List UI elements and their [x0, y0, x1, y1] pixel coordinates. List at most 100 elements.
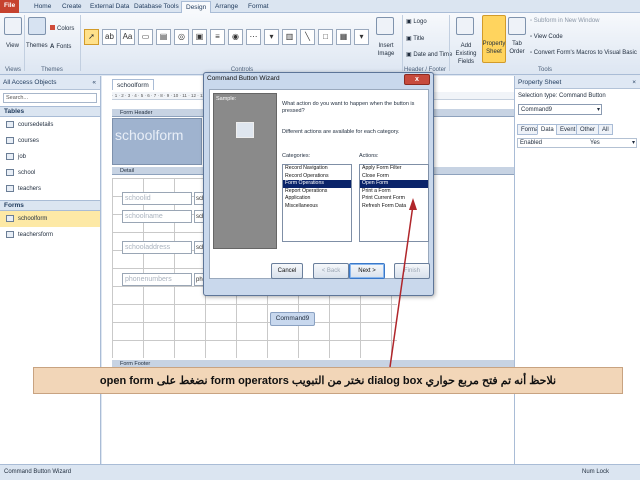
convert-macros-button[interactable]: ▫ Convert Form's Macros to Visual Basic	[530, 49, 637, 57]
insert-image-icon[interactable]	[376, 17, 394, 35]
field-label[interactable]: schoolid	[122, 192, 192, 205]
tab-create[interactable]: Create	[58, 1, 86, 13]
rectangle-icon[interactable]: □	[318, 29, 333, 45]
chevron-down-icon[interactable]: ▾	[632, 139, 635, 148]
tab-database-tools[interactable]: Database Tools	[130, 1, 183, 13]
nav-item-courses[interactable]: courses	[0, 133, 100, 149]
category-item[interactable]: Record Operations	[283, 173, 351, 181]
document-tab[interactable]: schoolform	[112, 79, 154, 90]
category-item[interactable]: Miscellaneous	[283, 203, 351, 211]
nav-collapse-icon[interactable]: «	[92, 76, 96, 90]
aa-label-icon[interactable]: Aa	[120, 29, 135, 45]
group-separator	[80, 15, 81, 71]
field-label[interactable]: schooladdress	[122, 241, 192, 254]
logo-button[interactable]: ▣ Logo	[406, 18, 427, 26]
nav-item-school[interactable]: school	[0, 165, 100, 181]
action-item[interactable]: Refresh Form Data	[360, 203, 428, 211]
ps-tab-other[interactable]: Other	[576, 124, 600, 135]
hyperlink-icon[interactable]: ◎	[174, 29, 189, 45]
category-item-selected[interactable]: Form Operations	[283, 180, 351, 188]
colors-button[interactable]: Colors	[50, 25, 74, 33]
tab-design[interactable]: Design	[181, 1, 212, 13]
finish-button[interactable]: Finish	[394, 263, 430, 279]
page-break-icon[interactable]: ⋯	[246, 29, 261, 45]
themes-icon[interactable]	[28, 17, 46, 35]
sample-preview: Sample:	[213, 93, 277, 249]
date-time-button[interactable]: ▣ Date and Time	[406, 51, 452, 59]
dialog-question: What action do you want to happen when t…	[282, 101, 415, 114]
logo-label: Logo	[413, 19, 427, 25]
view-code-label: View Code	[533, 34, 563, 40]
add-existing-fields-icon[interactable]	[456, 17, 474, 35]
combo-box-icon[interactable]: ▾	[264, 29, 279, 45]
categories-listbox[interactable]: Record Navigation Record Operations Form…	[282, 164, 352, 242]
dialog-close-button[interactable]: x	[404, 74, 430, 85]
tab-file[interactable]: File	[0, 0, 20, 13]
chevron-down-icon: ▾	[596, 107, 600, 113]
object-selector[interactable]: Command9 ▾	[518, 104, 602, 115]
category-item[interactable]: Application	[283, 195, 351, 203]
nav-section-forms[interactable]: Forms	[0, 200, 100, 211]
action-item[interactable]: Print Current Form	[360, 195, 428, 203]
property-value[interactable]: Yes	[590, 139, 600, 148]
tab-home[interactable]: Home	[30, 1, 55, 13]
tab-external-data[interactable]: External Data	[86, 1, 133, 13]
object-selector-value: Command9	[521, 107, 553, 113]
tab-control-icon[interactable]: ▤	[156, 29, 171, 45]
tab-format[interactable]: Format	[244, 1, 273, 13]
fonts-button[interactable]: A Fonts	[50, 43, 71, 51]
nav-item-coursedetails[interactable]: coursedetails	[0, 117, 100, 133]
chart-icon[interactable]: ▥	[282, 29, 297, 45]
command9-button[interactable]: Command9	[270, 312, 315, 326]
tab-arrange[interactable]: Arrange	[211, 1, 242, 13]
close-icon[interactable]: ×	[632, 76, 636, 89]
nav-item-teachersform[interactable]: teachersform	[0, 227, 100, 243]
actions-listbox[interactable]: Apply Form Filter Close Form Open Form P…	[359, 164, 429, 242]
dialog-title: Command Button Wizard	[207, 75, 280, 82]
toggle-button-icon[interactable]: ▦	[336, 29, 351, 45]
option-group-icon[interactable]: ◉	[228, 29, 243, 45]
action-item[interactable]: Print a Form	[360, 188, 428, 196]
next-button[interactable]: Next >	[349, 263, 385, 279]
line-icon[interactable]: ╲	[300, 29, 315, 45]
cancel-button[interactable]: Cancel	[271, 263, 303, 279]
nav-header[interactable]: All Access Objects «	[0, 76, 100, 90]
nav-item-teachers[interactable]: teachers	[0, 181, 100, 197]
group-separator	[402, 15, 403, 71]
subform-new-window-button[interactable]: ▫ Subform in New Window	[530, 17, 600, 25]
action-item[interactable]: Close Form	[360, 173, 428, 181]
ps-tab-data[interactable]: Data	[537, 124, 558, 135]
more-controls-icon[interactable]: ▾	[354, 29, 369, 45]
nav-search-input[interactable]: Search...	[3, 93, 97, 103]
field-label[interactable]: phonenumbers	[122, 273, 192, 286]
web-browser-icon[interactable]: ▣	[192, 29, 207, 45]
view-code-button[interactable]: ▫ View Code	[530, 33, 563, 41]
button-control-icon[interactable]: ▭	[138, 29, 153, 45]
tab-order-icon[interactable]	[508, 17, 526, 35]
ps-tab-all[interactable]: All	[598, 124, 613, 135]
title-button[interactable]: ▣ Title	[406, 35, 424, 43]
nav-item-job[interactable]: job	[0, 149, 100, 165]
field-label[interactable]: schoolname	[122, 210, 192, 223]
status-bar: Command Button Wizard Num Lock	[0, 464, 640, 480]
property-row-enabled[interactable]: Enabled Yes ▾	[517, 138, 637, 148]
arabic-callout: نلاحظ أنه تم فتح مربع حواري dialog box ن…	[33, 367, 623, 394]
navigation-pane: All Access Objects « Search... Tables cou…	[0, 76, 101, 464]
category-item[interactable]: Record Navigation	[283, 165, 351, 173]
category-item[interactable]: Report Operations	[283, 188, 351, 196]
view-button[interactable]	[4, 17, 22, 35]
action-item[interactable]: Apply Form Filter	[360, 165, 428, 173]
close-icon: x	[415, 76, 419, 83]
action-item-selected[interactable]: Open Form	[360, 180, 428, 188]
nav-item-label: courses	[18, 138, 40, 144]
table-icon	[6, 169, 14, 176]
select-pointer-icon[interactable]: ➚	[84, 29, 99, 45]
nav-item-schoolform[interactable]: schoolform	[0, 211, 100, 227]
nav-section-tables[interactable]: Tables	[0, 106, 100, 117]
back-button[interactable]: < Back	[313, 263, 349, 279]
navigation-control-icon[interactable]: ≡	[210, 29, 225, 45]
form-header-title-box[interactable]: schoolform	[112, 118, 202, 165]
actions-label: Actions:	[359, 153, 379, 159]
label-control-icon[interactable]: ab	[102, 29, 117, 45]
views-group-label: Views	[5, 67, 21, 73]
